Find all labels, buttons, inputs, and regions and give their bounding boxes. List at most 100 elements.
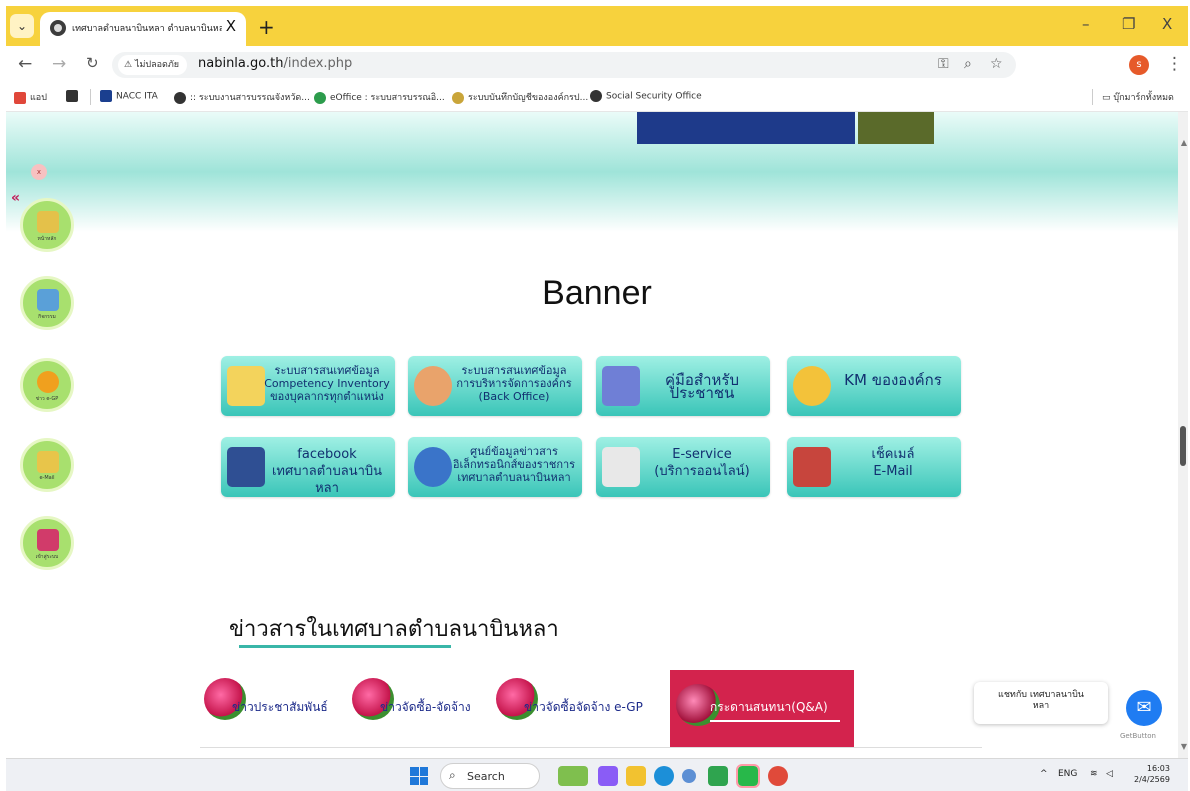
- chat-prompt[interactable]: แชทกับ เทศบาลนาบิน หลา: [974, 682, 1108, 724]
- address-bar[interactable]: ⚠ ไม่ปลอดภัย nabinla.go.th/index.php ⚿ ⌕…: [112, 52, 1016, 78]
- banner-info-center[interactable]: ศูนย์ข้อมูลข่าวสาร อิเล็กทรอนิกส์ของราชก…: [408, 437, 582, 497]
- bookmark-apps[interactable]: แอป: [14, 90, 47, 104]
- banner-competency[interactable]: ระบบสารสนเทศข้อมูล Competency Inventory …: [221, 356, 395, 416]
- messenger-icon[interactable]: ✉: [1126, 690, 1162, 726]
- restore-button[interactable]: ❐: [1122, 15, 1135, 33]
- tab-title: เทศบาลตำบลนาบินหลา ตำบลนาบินหลา อำเ: [72, 24, 222, 34]
- url-domain: nabinla.go.th: [198, 56, 284, 71]
- banner-label: คู่มือสำหรับประชาชน: [665, 371, 739, 402]
- bookmark-label: Social Security Office: [606, 91, 702, 102]
- facebook-icon: [227, 447, 265, 487]
- sidebar-close-icon[interactable]: x: [31, 164, 47, 180]
- scroll-up-icon[interactable]: ▲: [1181, 138, 1187, 147]
- bookmarks-bar: แอป NACC ITA :: ระบบงานสารบรรณจังหวัด...…: [6, 82, 1188, 112]
- security-chip[interactable]: ⚠ ไม่ปลอดภัย: [118, 55, 188, 75]
- manual-book-icon: [602, 366, 640, 406]
- taskbar-search[interactable]: ⌕ Search: [440, 763, 540, 789]
- page-viewport: x « หน้าหลัก กิจกรรม ข่าว e-GP e-Mail เข…: [6, 112, 1188, 758]
- bookmark-label: :: ระบบงานสารบรรณจังหวัด...: [190, 93, 310, 103]
- chrome-icon[interactable]: [768, 766, 788, 786]
- tab-search-button[interactable]: ⌄: [10, 14, 34, 38]
- top-banner-strip[interactable]: [858, 112, 934, 144]
- forward-icon[interactable]: →: [52, 54, 66, 74]
- sidebar-item-label: เข้าสู่ระบบ: [35, 554, 59, 560]
- close-tab-icon[interactable]: X: [226, 17, 236, 35]
- reload-icon[interactable]: ↻: [86, 54, 99, 72]
- bookmark-grid[interactable]: [66, 90, 82, 102]
- bookmark-social-security[interactable]: Social Security Office: [590, 90, 702, 102]
- banner-label: ระบบสารสนเทศข้อมูล การบริหารจัดการองค์กร…: [456, 364, 572, 403]
- scroll-down-icon[interactable]: ▼: [1181, 742, 1187, 751]
- banner-citizen-manual[interactable]: คู่มือสำหรับประชาชน: [596, 356, 770, 416]
- language-indicator[interactable]: ENG: [1058, 769, 1077, 779]
- bookmark-separator: [1092, 89, 1093, 105]
- banner-km[interactable]: KM ขององค์กร: [787, 356, 961, 416]
- sidebar-item-egp[interactable]: ข่าว e-GP: [20, 358, 74, 412]
- active-tab[interactable]: เทศบาลตำบลนาบินหลา ตำบลนาบินหลา อำเ X: [40, 12, 246, 46]
- email-doc-icon: [37, 451, 59, 473]
- getbutton-credit[interactable]: GetButton: [1120, 732, 1156, 740]
- page-scrollbar[interactable]: ▲ ▼: [1178, 112, 1188, 758]
- tab-qa-board[interactable]: กระดานสนทนา(Q&A): [670, 670, 854, 758]
- banner-label: ระบบสารสนเทศข้อมูล Competency Inventory …: [264, 364, 390, 403]
- sidebar-collapse-icon[interactable]: «: [11, 190, 20, 206]
- top-banner-strip[interactable]: [637, 112, 855, 144]
- www-globe-icon: [414, 447, 452, 487]
- ita-logo-icon: [100, 90, 112, 102]
- chat-text: แชทกับ เทศบาลนาบิน หลา: [998, 690, 1084, 711]
- password-key-icon[interactable]: ⚿: [938, 56, 949, 72]
- globe-icon: [174, 91, 186, 104]
- bookmark-saraban[interactable]: :: ระบบงานสารบรรณจังหวัด...: [174, 90, 310, 104]
- news-heading: ข่าวสารในเทศบาลตำบลนาบินหลา: [229, 617, 559, 642]
- news-panel: [200, 747, 982, 758]
- url-text[interactable]: nabinla.go.th/index.php: [198, 56, 352, 71]
- home-icon: [37, 211, 59, 233]
- zoom-icon[interactable]: ⌕: [964, 56, 972, 72]
- banner-email[interactable]: เช็คเมล์ E-Mail: [787, 437, 961, 497]
- tab-label: ข่าวจัดซื้อ-จัดจ้าง: [380, 700, 471, 714]
- line-app-icon[interactable]: [736, 764, 760, 788]
- km-gear-hand-icon: [793, 366, 831, 406]
- clock-time: 16:03: [1146, 764, 1170, 773]
- globe-icon: [50, 20, 66, 36]
- new-tab-button[interactable]: +: [258, 15, 275, 39]
- app-icon[interactable]: [708, 766, 728, 786]
- sidebar-item-email[interactable]: e-Mail: [20, 438, 74, 492]
- banner-back-office[interactable]: ระบบสารสนเทศข้อมูล การบริหารจัดการองค์กร…: [408, 356, 582, 416]
- banner-eservice[interactable]: E-service (บริการออนไลน์): [596, 437, 770, 497]
- clock[interactable]: 16:03 2/4/2569: [1134, 763, 1170, 785]
- edge-icon[interactable]: [654, 766, 674, 786]
- copilot-icon[interactable]: [598, 766, 618, 786]
- tab-label: ข่าวประชาสัมพันธ์: [232, 700, 328, 714]
- eoffice-icon: [314, 91, 326, 104]
- wifi-icon[interactable]: ≋: [1090, 769, 1098, 779]
- profile-avatar[interactable]: s: [1129, 55, 1149, 75]
- heading-underline: [239, 645, 451, 648]
- volume-icon[interactable]: ◁: [1106, 769, 1113, 779]
- bookmark-nacc-ita[interactable]: NACC ITA: [100, 90, 158, 102]
- all-bookmarks-folder[interactable]: ▭ บุ๊กมาร์กทั้งหมด: [1102, 90, 1174, 104]
- tray-chevron-icon[interactable]: ^: [1040, 769, 1048, 779]
- vpn-icon[interactable]: [682, 769, 696, 783]
- url-path: /index.php: [283, 56, 353, 71]
- sidebar-item-login[interactable]: เข้าสู่ระบบ: [20, 516, 74, 570]
- windows-start-icon[interactable]: [410, 767, 428, 785]
- file-explorer-icon[interactable]: [626, 766, 646, 786]
- widgets-icon[interactable]: [558, 766, 588, 786]
- minimize-button[interactable]: –: [1082, 15, 1090, 33]
- banner-facebook[interactable]: facebook เทศบาลตำบลนาบินหลา: [221, 437, 395, 497]
- bookmark-accounting[interactable]: ระบบบันทึกบัญชีขององค์กรป...: [452, 90, 588, 104]
- sidebar-item-home[interactable]: หน้าหลัก: [20, 198, 74, 252]
- bookmark-eoffice[interactable]: eOffice : ระบบสารบรรณอิ...: [314, 90, 445, 104]
- back-icon[interactable]: ←: [18, 54, 32, 74]
- egp-coin-icon: [37, 371, 59, 393]
- mail-envelope-icon: [793, 447, 831, 487]
- bookmark-star-icon[interactable]: ☆: [990, 56, 1003, 72]
- menu-kebab-icon[interactable]: ⋮: [1166, 54, 1183, 74]
- security-label: ไม่ปลอดภัย: [134, 60, 180, 70]
- scroll-thumb[interactable]: [1180, 426, 1186, 466]
- sidebar-item-label: กิจกรรม: [38, 314, 56, 320]
- banner-label: KM ขององค์กร: [844, 371, 942, 389]
- search-icon: ⌕: [449, 768, 456, 782]
- close-window-button[interactable]: X: [1162, 15, 1172, 33]
